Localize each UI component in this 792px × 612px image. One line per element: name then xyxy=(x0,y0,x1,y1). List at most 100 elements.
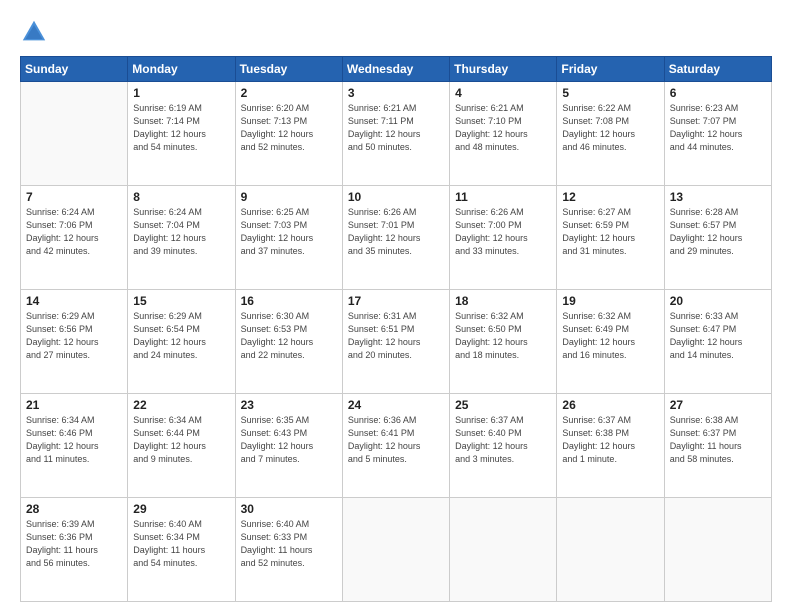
day-number: 15 xyxy=(133,294,229,308)
day-number: 3 xyxy=(348,86,444,100)
day-info: Sunrise: 6:33 AM Sunset: 6:47 PM Dayligh… xyxy=(670,310,766,362)
day-info: Sunrise: 6:36 AM Sunset: 6:41 PM Dayligh… xyxy=(348,414,444,466)
day-number: 6 xyxy=(670,86,766,100)
day-info: Sunrise: 6:20 AM Sunset: 7:13 PM Dayligh… xyxy=(241,102,337,154)
weekday-sunday: Sunday xyxy=(21,57,128,82)
day-number: 5 xyxy=(562,86,658,100)
day-cell: 18 Sunrise: 6:32 AM Sunset: 6:50 PM Dayli… xyxy=(450,290,557,394)
day-info: Sunrise: 6:24 AM Sunset: 7:04 PM Dayligh… xyxy=(133,206,229,258)
day-cell: 24 Sunrise: 6:36 AM Sunset: 6:41 PM Dayli… xyxy=(342,394,449,498)
day-number: 13 xyxy=(670,190,766,204)
day-cell: 14 Sunrise: 6:29 AM Sunset: 6:56 PM Dayli… xyxy=(21,290,128,394)
day-info: Sunrise: 6:29 AM Sunset: 6:56 PM Dayligh… xyxy=(26,310,122,362)
day-cell: 15 Sunrise: 6:29 AM Sunset: 6:54 PM Dayli… xyxy=(128,290,235,394)
day-cell: 2 Sunrise: 6:20 AM Sunset: 7:13 PM Daylig… xyxy=(235,82,342,186)
day-info: Sunrise: 6:21 AM Sunset: 7:11 PM Dayligh… xyxy=(348,102,444,154)
day-number: 27 xyxy=(670,398,766,412)
day-number: 9 xyxy=(241,190,337,204)
day-cell: 8Sunrise: 6:24 AM Sunset: 7:04 PM Daylig… xyxy=(128,186,235,290)
day-number: 4 xyxy=(455,86,551,100)
day-info: Sunrise: 6:26 AM Sunset: 7:00 PM Dayligh… xyxy=(455,206,551,258)
day-number: 29 xyxy=(133,502,229,516)
day-number: 16 xyxy=(241,294,337,308)
weekday-wednesday: Wednesday xyxy=(342,57,449,82)
day-info: Sunrise: 6:28 AM Sunset: 6:57 PM Dayligh… xyxy=(670,206,766,258)
week-row-5: 28 Sunrise: 6:39 AM Sunset: 6:36 PM Dayli… xyxy=(21,498,772,602)
day-info: Sunrise: 6:22 AM Sunset: 7:08 PM Dayligh… xyxy=(562,102,658,154)
day-number: 11 xyxy=(455,190,551,204)
page: SundayMondayTuesdayWednesdayThursdayFrid… xyxy=(0,0,792,612)
logo xyxy=(20,18,52,46)
day-number: 2 xyxy=(241,86,337,100)
day-info: Sunrise: 6:39 AM Sunset: 6:36 PM Dayligh… xyxy=(26,518,122,570)
day-number: 22 xyxy=(133,398,229,412)
day-info: Sunrise: 6:27 AM Sunset: 6:59 PM Dayligh… xyxy=(562,206,658,258)
logo-icon xyxy=(20,18,48,46)
day-number: 18 xyxy=(455,294,551,308)
day-info: Sunrise: 6:21 AM Sunset: 7:10 PM Dayligh… xyxy=(455,102,551,154)
day-cell: 23 Sunrise: 6:35 AM Sunset: 6:43 PM Dayli… xyxy=(235,394,342,498)
day-cell: 29 Sunrise: 6:40 AM Sunset: 6:34 PM Dayli… xyxy=(128,498,235,602)
day-info: Sunrise: 6:32 AM Sunset: 6:49 PM Dayligh… xyxy=(562,310,658,362)
day-cell: 6Sunrise: 6:23 AM Sunset: 7:07 PM Daylig… xyxy=(664,82,771,186)
week-row-4: 21Sunrise: 6:34 AM Sunset: 6:46 PM Dayli… xyxy=(21,394,772,498)
day-cell: 7Sunrise: 6:24 AM Sunset: 7:06 PM Daylig… xyxy=(21,186,128,290)
day-number: 25 xyxy=(455,398,551,412)
calendar-table: SundayMondayTuesdayWednesdayThursdayFrid… xyxy=(20,56,772,602)
day-cell: 25 Sunrise: 6:37 AM Sunset: 6:40 PM Dayli… xyxy=(450,394,557,498)
weekday-thursday: Thursday xyxy=(450,57,557,82)
day-cell xyxy=(342,498,449,602)
week-row-1: 1 Sunrise: 6:19 AM Sunset: 7:14 PM Daylig… xyxy=(21,82,772,186)
day-info: Sunrise: 6:34 AM Sunset: 6:46 PM Dayligh… xyxy=(26,414,122,466)
day-info: Sunrise: 6:31 AM Sunset: 6:51 PM Dayligh… xyxy=(348,310,444,362)
day-cell: 27Sunrise: 6:38 AM Sunset: 6:37 PM Dayli… xyxy=(664,394,771,498)
day-number: 14 xyxy=(26,294,122,308)
day-info: Sunrise: 6:34 AM Sunset: 6:44 PM Dayligh… xyxy=(133,414,229,466)
day-number: 19 xyxy=(562,294,658,308)
day-info: Sunrise: 6:35 AM Sunset: 6:43 PM Dayligh… xyxy=(241,414,337,466)
day-cell: 12Sunrise: 6:27 AM Sunset: 6:59 PM Dayli… xyxy=(557,186,664,290)
day-cell: 26Sunrise: 6:37 AM Sunset: 6:38 PM Dayli… xyxy=(557,394,664,498)
weekday-header-row: SundayMondayTuesdayWednesdayThursdayFrid… xyxy=(21,57,772,82)
day-cell: 4 Sunrise: 6:21 AM Sunset: 7:10 PM Daylig… xyxy=(450,82,557,186)
day-number: 23 xyxy=(241,398,337,412)
day-number: 1 xyxy=(133,86,229,100)
day-cell: 13 Sunrise: 6:28 AM Sunset: 6:57 PM Dayli… xyxy=(664,186,771,290)
day-number: 24 xyxy=(348,398,444,412)
day-cell: 20Sunrise: 6:33 AM Sunset: 6:47 PM Dayli… xyxy=(664,290,771,394)
day-number: 17 xyxy=(348,294,444,308)
day-cell: 11 Sunrise: 6:26 AM Sunset: 7:00 PM Dayli… xyxy=(450,186,557,290)
day-info: Sunrise: 6:29 AM Sunset: 6:54 PM Dayligh… xyxy=(133,310,229,362)
day-info: Sunrise: 6:37 AM Sunset: 6:40 PM Dayligh… xyxy=(455,414,551,466)
week-row-2: 7Sunrise: 6:24 AM Sunset: 7:06 PM Daylig… xyxy=(21,186,772,290)
day-cell: 16 Sunrise: 6:30 AM Sunset: 6:53 PM Dayli… xyxy=(235,290,342,394)
weekday-friday: Friday xyxy=(557,57,664,82)
day-cell: 5 Sunrise: 6:22 AM Sunset: 7:08 PM Daylig… xyxy=(557,82,664,186)
day-number: 30 xyxy=(241,502,337,516)
day-cell: 22 Sunrise: 6:34 AM Sunset: 6:44 PM Dayli… xyxy=(128,394,235,498)
day-cell: 21Sunrise: 6:34 AM Sunset: 6:46 PM Dayli… xyxy=(21,394,128,498)
weekday-tuesday: Tuesday xyxy=(235,57,342,82)
day-cell xyxy=(557,498,664,602)
day-cell: 9 Sunrise: 6:25 AM Sunset: 7:03 PM Daylig… xyxy=(235,186,342,290)
day-info: Sunrise: 6:25 AM Sunset: 7:03 PM Dayligh… xyxy=(241,206,337,258)
weekday-monday: Monday xyxy=(128,57,235,82)
day-cell: 17 Sunrise: 6:31 AM Sunset: 6:51 PM Dayli… xyxy=(342,290,449,394)
day-info: Sunrise: 6:30 AM Sunset: 6:53 PM Dayligh… xyxy=(241,310,337,362)
day-info: Sunrise: 6:40 AM Sunset: 6:34 PM Dayligh… xyxy=(133,518,229,570)
day-info: Sunrise: 6:32 AM Sunset: 6:50 PM Dayligh… xyxy=(455,310,551,362)
day-info: Sunrise: 6:19 AM Sunset: 7:14 PM Dayligh… xyxy=(133,102,229,154)
day-cell: 10Sunrise: 6:26 AM Sunset: 7:01 PM Dayli… xyxy=(342,186,449,290)
day-info: Sunrise: 6:37 AM Sunset: 6:38 PM Dayligh… xyxy=(562,414,658,466)
day-number: 7 xyxy=(26,190,122,204)
day-cell: 19 Sunrise: 6:32 AM Sunset: 6:49 PM Dayli… xyxy=(557,290,664,394)
week-row-3: 14 Sunrise: 6:29 AM Sunset: 6:56 PM Dayli… xyxy=(21,290,772,394)
day-cell: 3 Sunrise: 6:21 AM Sunset: 7:11 PM Daylig… xyxy=(342,82,449,186)
day-cell: 30 Sunrise: 6:40 AM Sunset: 6:33 PM Dayli… xyxy=(235,498,342,602)
day-info: Sunrise: 6:40 AM Sunset: 6:33 PM Dayligh… xyxy=(241,518,337,570)
day-cell xyxy=(664,498,771,602)
day-number: 28 xyxy=(26,502,122,516)
day-cell xyxy=(450,498,557,602)
weekday-saturday: Saturday xyxy=(664,57,771,82)
day-cell: 1 Sunrise: 6:19 AM Sunset: 7:14 PM Daylig… xyxy=(128,82,235,186)
